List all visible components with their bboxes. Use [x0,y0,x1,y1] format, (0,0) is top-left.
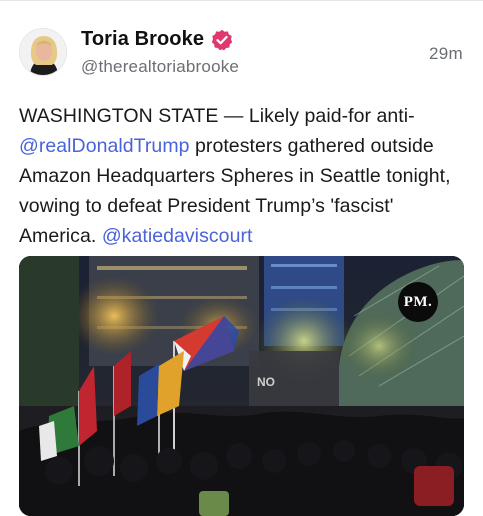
mention-link[interactable]: @katiedaviscourt [102,225,253,247]
author-avatar[interactable] [19,28,67,76]
post-card: Toria Brooke @therealtoriabrooke 29m WAS… [0,0,483,516]
protest-scene-image: NO [19,256,464,516]
avatar-photo-icon [20,29,66,75]
mention-link[interactable]: @realDonaldTrump [19,135,190,157]
author-handle[interactable]: @therealtoriabrooke [81,57,239,77]
verified-badge-icon [211,29,233,51]
post-text-segment: WASHINGTON STATE — Likely paid-for anti- [19,105,415,127]
author-name-row: Toria Brooke [81,28,233,51]
svg-text:NO: NO [257,375,275,389]
author-display-name[interactable]: Toria Brooke [81,28,204,51]
post-media[interactable]: NO [19,256,464,516]
post-text: WASHINGTON STATE — Likely paid-for anti-… [19,101,474,251]
post-timestamp[interactable]: 29m [429,44,463,64]
pm-logo-badge: PM. [398,282,438,322]
